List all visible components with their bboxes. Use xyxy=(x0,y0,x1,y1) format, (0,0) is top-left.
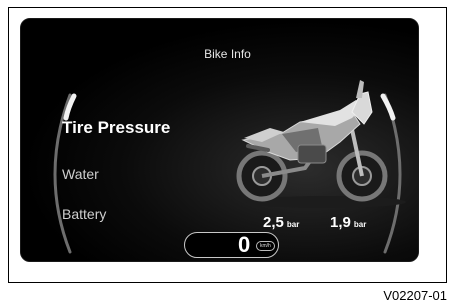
rear-pressure-unit: bar xyxy=(353,220,367,229)
screen-title: Bike Info xyxy=(204,47,251,61)
front-pressure-value: 2,5 xyxy=(263,214,284,231)
motorcycle-image xyxy=(236,80,406,208)
rear-pressure-value: 1,9 xyxy=(330,214,351,231)
figure-code: V02207-01 xyxy=(383,288,447,303)
menu-item-tire-pressure[interactable]: Tire Pressure xyxy=(62,118,170,138)
menu-item-battery[interactable]: Battery xyxy=(62,206,106,222)
speed-unit: km/h xyxy=(256,241,275,251)
front-tire-pressure: 2,5 bar xyxy=(263,214,299,231)
front-pressure-unit: bar xyxy=(286,220,300,229)
rear-tire-pressure: 1,9 bar xyxy=(330,214,366,231)
speed-value: 0 xyxy=(238,232,251,257)
menu-item-water[interactable]: Water xyxy=(62,166,99,182)
